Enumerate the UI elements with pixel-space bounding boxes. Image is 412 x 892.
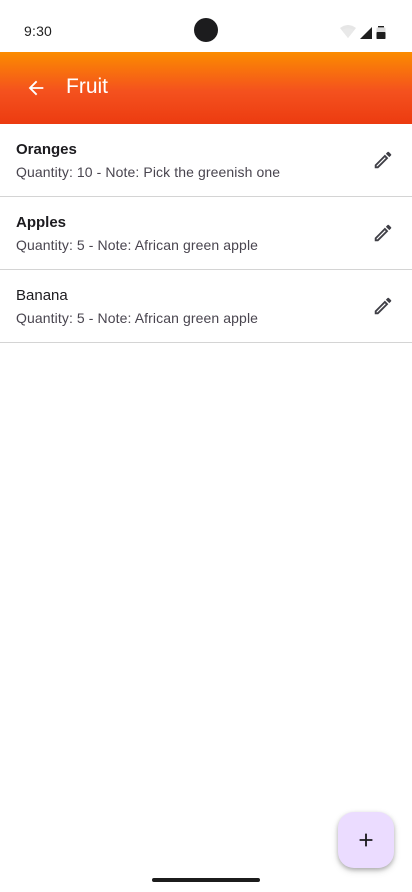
pencil-icon bbox=[374, 224, 392, 242]
plus-icon bbox=[359, 833, 373, 847]
status-time: 9:30 bbox=[24, 23, 53, 39]
page-title: Fruit bbox=[66, 75, 108, 98]
gesture-handle[interactable] bbox=[152, 878, 260, 882]
back-button[interactable] bbox=[20, 72, 52, 104]
app-bar: Fruit bbox=[0, 52, 412, 124]
item-list: Oranges Quantity: 10 - Note: Pick the gr… bbox=[0, 124, 412, 343]
add-item-button[interactable] bbox=[338, 812, 394, 868]
arrow-back-icon bbox=[28, 80, 44, 96]
item-details: Quantity: 5 - Note: African green apple bbox=[16, 310, 259, 326]
battery-icon bbox=[376, 26, 386, 39]
item-name: Oranges bbox=[16, 141, 77, 158]
list-item[interactable]: Oranges Quantity: 10 - Note: Pick the gr… bbox=[0, 124, 412, 197]
item-name: Banana bbox=[16, 287, 68, 304]
edit-button[interactable] bbox=[368, 218, 398, 248]
status-bar: 9:30 bbox=[0, 0, 412, 52]
status-icons bbox=[338, 24, 390, 40]
edit-button[interactable] bbox=[368, 291, 398, 321]
edit-button[interactable] bbox=[368, 145, 398, 175]
pencil-icon bbox=[374, 151, 392, 169]
status-indicators bbox=[340, 25, 386, 39]
list-item[interactable]: Banana Quantity: 5 - Note: African green… bbox=[0, 270, 412, 343]
camera-cutout bbox=[194, 18, 218, 42]
pencil-icon bbox=[374, 297, 392, 315]
list-item[interactable]: Apples Quantity: 5 - Note: African green… bbox=[0, 197, 412, 270]
item-name: Apples bbox=[16, 214, 67, 231]
item-details: Quantity: 5 - Note: African green apple bbox=[16, 237, 259, 253]
signal-icon bbox=[360, 27, 372, 39]
item-details: Quantity: 10 - Note: Pick the greenish o… bbox=[16, 164, 281, 180]
